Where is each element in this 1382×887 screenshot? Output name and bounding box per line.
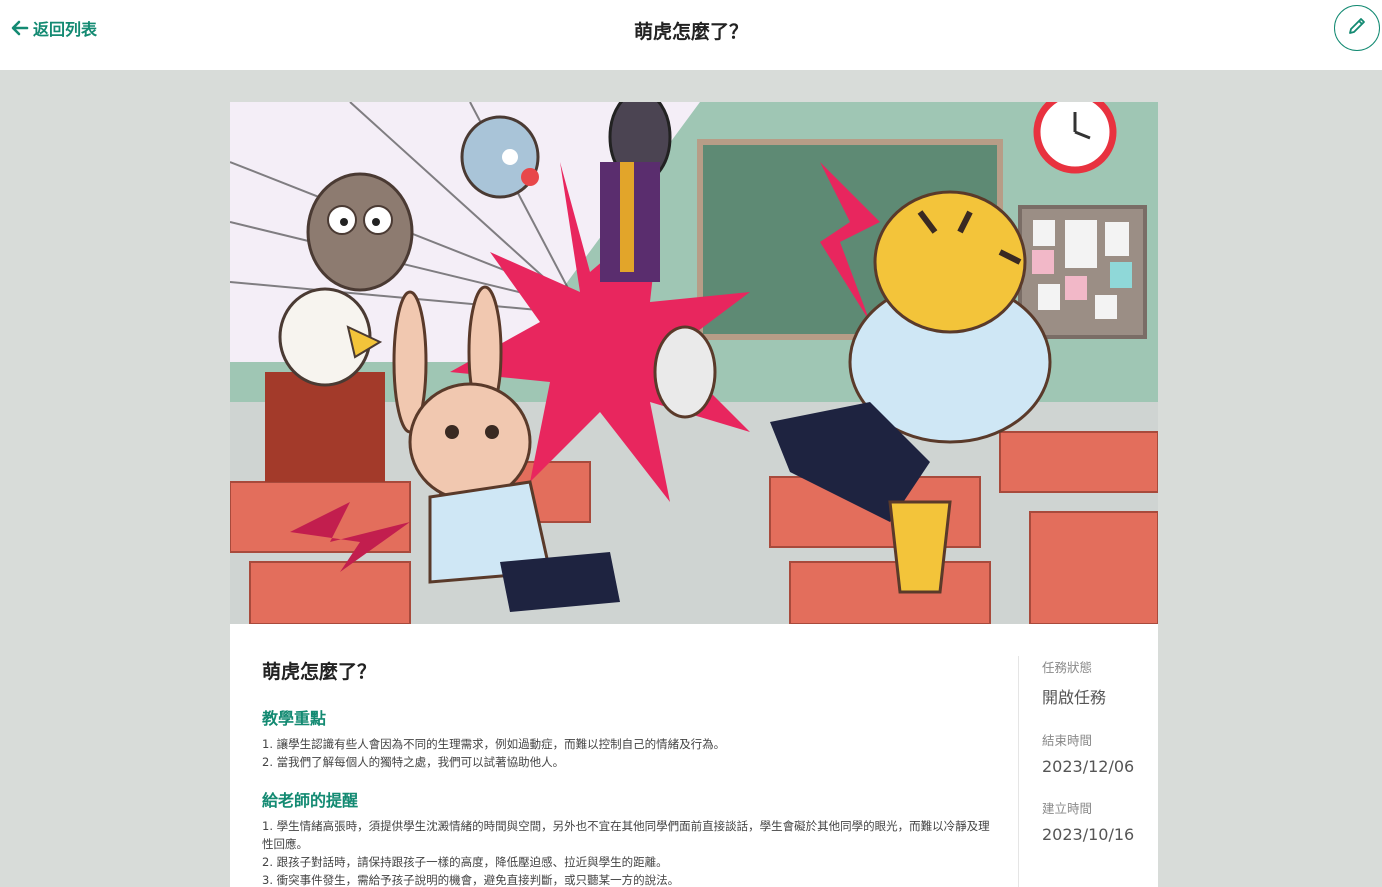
- cover-illustration: [230, 102, 1158, 624]
- section-heading-teacher-reminders: 給老師的提醒: [262, 791, 359, 810]
- eagle: [265, 287, 385, 482]
- status-label: 任務狀態: [1042, 660, 1093, 675]
- task-title: 萌虎怎麼了？: [262, 661, 377, 683]
- end-time-value: 2023/12/06: [1042, 757, 1135, 776]
- task-meta: 任務狀態 開啟任務 結束時間 2023/12/06 建立時間 2023/10/1…: [1042, 657, 1152, 866]
- list-item: 3. 衝突事件發生，需給予孩子說明的機會，避免直接判斷，或只聽某一方的說法。: [262, 873, 680, 887]
- crow: [600, 102, 672, 282]
- teaching-focus-list: 1. 讓學生認識有些人會因為不同的生理需求，例如過動症，而難以控制自己的情緒及行…: [262, 735, 992, 771]
- list-item: 1. 學生情緒高張時，須提供學生沈澱情緒的時間與空間，另外也不宜在其他同學們面前…: [262, 819, 990, 851]
- task-content: 萌虎怎麼了？ 教學重點 1. 讓學生認識有些人會因為不同的生理需求，例如過動症，…: [262, 657, 992, 887]
- pencil-icon: [1346, 15, 1368, 41]
- edit-button[interactable]: [1334, 5, 1380, 51]
- list-item: 1. 讓學生認識有些人會因為不同的生理需求，例如過動症，而難以控制自己的情緒及行…: [262, 737, 726, 751]
- list-item: 2. 當我們了解每個人的獨特之處，我們可以試著協助他人。: [262, 755, 565, 769]
- section-heading-teaching-focus: 教學重點: [262, 709, 327, 728]
- divider: [1018, 656, 1019, 887]
- task-card: 萌虎怎麼了？ 教學重點 1. 讓學生認識有些人會因為不同的生理需求，例如過動症，…: [230, 102, 1158, 887]
- page-title: 萌虎怎麼了？: [633, 21, 748, 43]
- teacher-reminders-list: 1. 學生情緒高張時，須提供學生沈澱情緒的時間與空間，另外也不宜在其他同學們面前…: [262, 817, 992, 887]
- created-time-label: 建立時間: [1042, 801, 1093, 816]
- end-time-label: 結束時間: [1042, 733, 1093, 748]
- status-value: 開啟任務: [1042, 688, 1107, 707]
- owl: [306, 172, 414, 292]
- created-time-value: 2023/10/16: [1042, 825, 1135, 844]
- pigeon: [460, 115, 540, 199]
- list-item: 2. 跟孩子對話時，請保持跟孩子一樣的高度，降低壓迫感、拉近與學生的距離。: [262, 855, 668, 869]
- top-bar: 返回列表 萌虎怎麼了？: [0, 0, 1382, 70]
